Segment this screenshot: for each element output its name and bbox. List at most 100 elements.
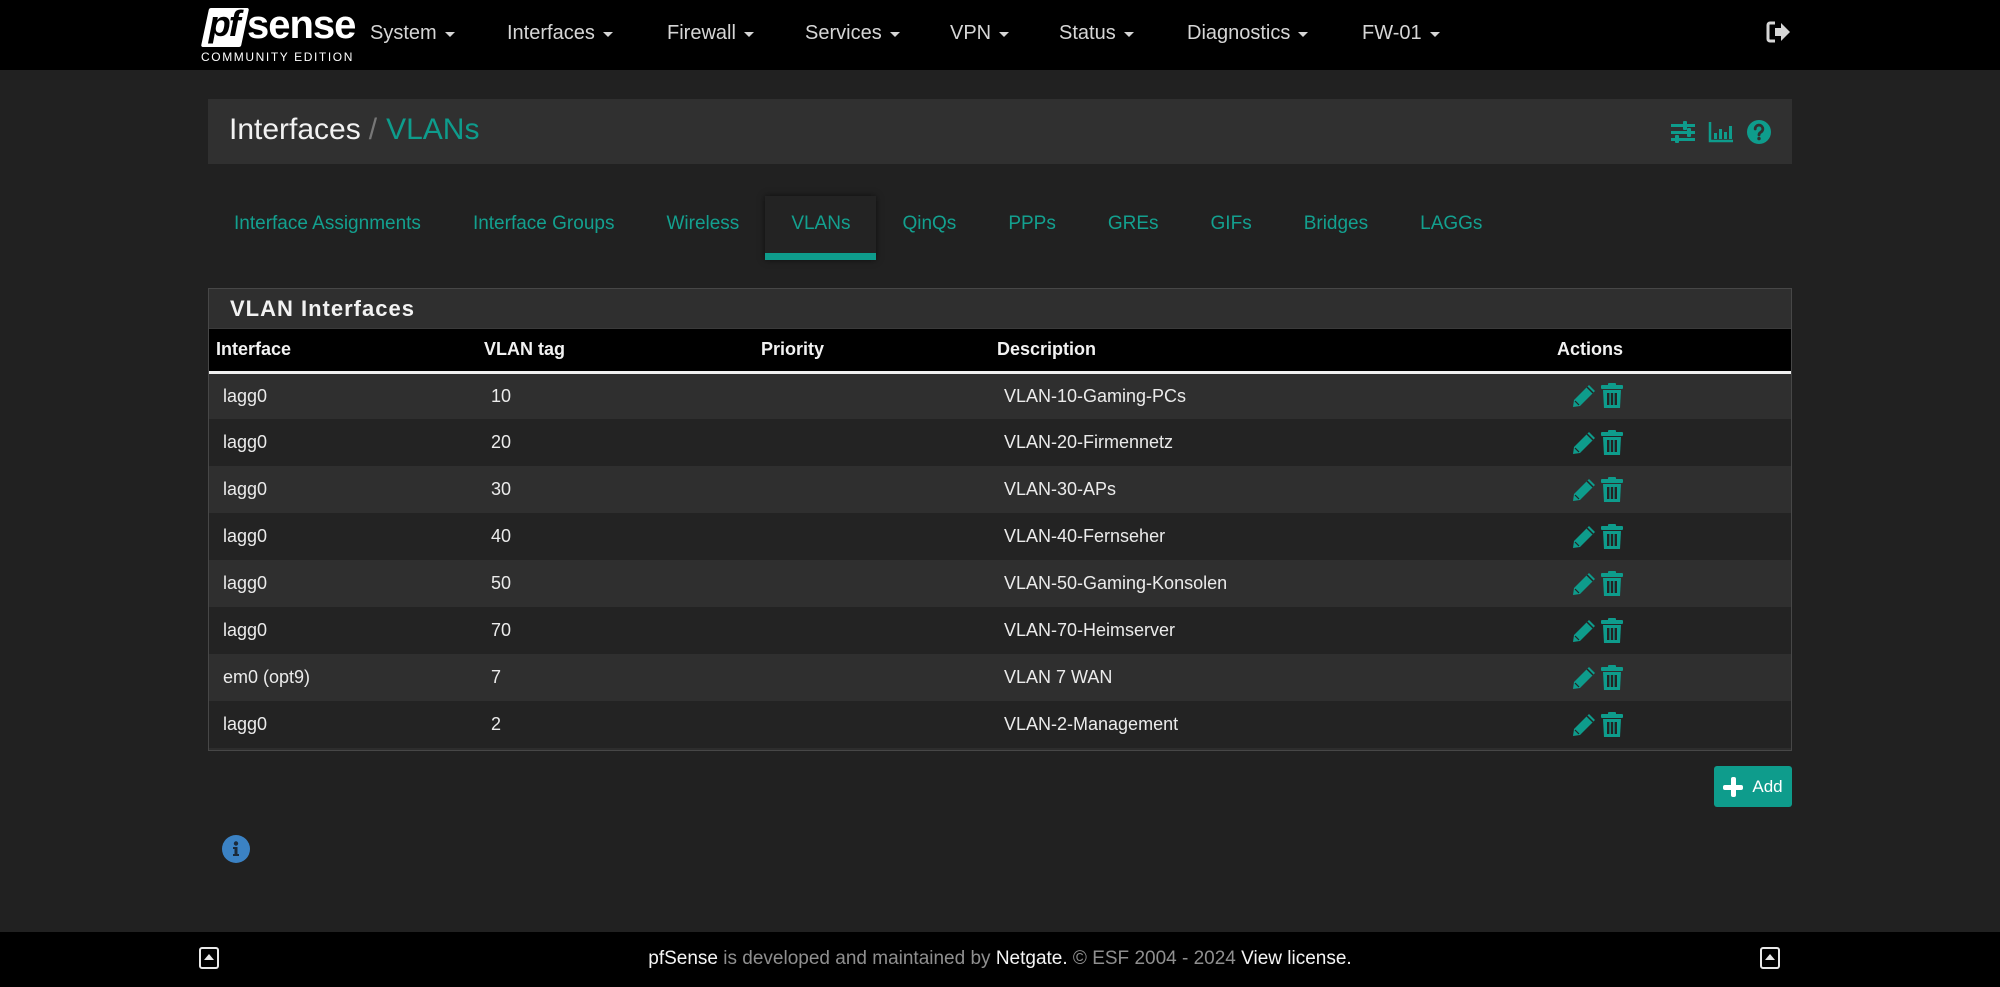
tab-gres[interactable]: GREs [1082,196,1185,260]
view-license-link[interactable]: View license. [1241,948,1352,969]
info-circle-icon[interactable] [222,835,250,863]
pencil-icon[interactable] [1570,476,1598,504]
column-header-actions: Actions [1557,339,1624,360]
logo-sense-text: sense [247,3,356,47]
nav-fw-01[interactable]: FW-01 [1362,22,1452,45]
pencil-icon[interactable] [1570,429,1598,457]
nav-label: Status [1059,21,1116,44]
caret-down-icon [1429,31,1440,37]
nav-firewall[interactable]: Firewall [667,22,805,45]
nav-vpn[interactable]: VPN [950,22,1059,45]
tab-wireless[interactable]: Wireless [640,196,765,260]
pencil-icon[interactable] [1570,664,1598,692]
pencil-icon[interactable] [1570,523,1598,551]
table-row[interactable]: lagg0 50 VLAN-50-Gaming-Konsolen [209,560,1791,607]
nav-status[interactable]: Status [1059,22,1187,45]
nav-label: Firewall [667,21,736,44]
caret-down-icon [743,31,754,37]
pencil-icon[interactable] [1570,617,1598,645]
trash-icon[interactable] [1598,711,1626,739]
cell-description: VLAN-20-Firmennetz [1004,432,1174,452]
caret-down-icon [889,31,900,37]
nav-label: Diagnostics [1187,21,1291,44]
logo-edition-text: COMMUNITY EDITION [201,50,354,64]
tab-laggs[interactable]: LAGGs [1394,196,1508,260]
add-button-label: Add [1752,776,1783,796]
cell-description: VLAN 7 WAN [1004,667,1113,687]
cell-interface: lagg0 [223,714,268,734]
add-vlan-button[interactable]: Add [1714,766,1792,807]
cell-actions [1550,701,1791,748]
cell-priority [754,419,990,466]
cell-description: VLAN-30-APs [1004,479,1117,499]
tab-vlans[interactable]: VLANs [765,196,877,260]
tab-qinqs[interactable]: QinQs [876,196,982,260]
cell-vlan-tag: 50 [491,573,512,593]
trash-icon[interactable] [1598,382,1626,410]
nav-system[interactable]: System [370,22,507,45]
nav-label: Interfaces [507,21,595,44]
breadcrumb-vlans[interactable]: VLANs [386,113,479,147]
tab-interface-assignments[interactable]: Interface Assignments [208,196,447,260]
cell-actions [1550,372,1791,419]
trash-icon[interactable] [1598,523,1626,551]
tab-ppps[interactable]: PPPs [982,196,1082,260]
caret-down-icon [1123,31,1134,37]
help-icon[interactable] [1746,119,1772,145]
sign-out-icon[interactable] [1766,20,1792,44]
interfaces-tabs: Interface Assignments Interface Groups W… [208,196,1508,260]
cell-priority [754,607,990,654]
column-header-interface[interactable]: Interface [209,329,477,372]
nav-label: FW-01 [1362,21,1422,44]
cell-interface: lagg0 [223,620,268,640]
main-menu: System Interfaces Firewall Services VPN … [370,0,1452,66]
cell-priority [754,701,990,748]
column-header-priority[interactable]: Priority [754,329,990,372]
breadcrumb-interfaces[interactable]: Interfaces [229,113,361,147]
table-row[interactable]: lagg0 20 VLAN-20-Firmennetz [209,419,1791,466]
cell-vlan-tag: 10 [491,385,512,406]
pencil-icon[interactable] [1570,382,1598,410]
tab-bridges[interactable]: Bridges [1278,196,1394,260]
nav-diagnostics[interactable]: Diagnostics [1187,22,1362,45]
cell-description: VLAN-50-Gaming-Konsolen [1004,573,1228,593]
cell-interface: lagg0 [223,479,268,499]
page-header: Interfaces / VLANs [208,99,1792,164]
nav-interfaces[interactable]: Interfaces [507,22,667,45]
table-row[interactable]: lagg0 2 VLAN-2-Management [209,701,1791,748]
trash-icon[interactable] [1598,664,1626,692]
cell-interface: em0 (opt9) [223,667,311,687]
footer-netgate-link[interactable]: Netgate. [996,948,1068,969]
scroll-top-icon[interactable] [1760,947,1780,969]
cell-vlan-tag: 2 [491,714,502,734]
caret-down-icon [444,31,455,37]
tab-interface-groups[interactable]: Interface Groups [447,196,641,260]
pencil-icon[interactable] [1570,711,1598,739]
pencil-icon[interactable] [1570,570,1598,598]
trash-icon[interactable] [1598,617,1626,645]
footer-text-1: is developed and maintained by [718,948,996,969]
cell-priority [754,654,990,701]
table-row[interactable]: lagg0 10 VLAN-10-Gaming-PCs [209,372,1791,419]
cell-vlan-tag: 7 [491,667,502,687]
trash-icon[interactable] [1598,476,1626,504]
trash-icon[interactable] [1598,429,1626,457]
cell-actions [1550,607,1791,654]
bar-chart-icon[interactable] [1708,119,1734,145]
trash-icon[interactable] [1598,570,1626,598]
footer-brand: pfSense [648,948,719,969]
nav-services[interactable]: Services [805,22,950,45]
column-header-vlan-tag[interactable]: VLAN tag [477,329,754,372]
sliders-icon[interactable] [1670,119,1696,145]
table-row[interactable]: lagg0 70 VLAN-70-Heimserver [209,607,1791,654]
table-row[interactable]: lagg0 40 VLAN-40-Fernseher [209,513,1791,560]
footer: pfSense is developed and maintained by N… [0,932,2000,987]
cell-vlan-tag: 20 [491,432,512,452]
pfsense-logo[interactable]: pf sense COMMUNITY EDITION [200,3,356,65]
cell-priority [754,513,990,560]
table-row[interactable]: lagg0 30 VLAN-30-APs [209,466,1791,513]
header-shortcuts [1658,119,1772,145]
column-header-description[interactable]: Description [990,329,1550,372]
tab-gifs[interactable]: GIFs [1185,196,1278,260]
table-row[interactable]: em0 (opt9) 7 VLAN 7 WAN [209,654,1791,701]
